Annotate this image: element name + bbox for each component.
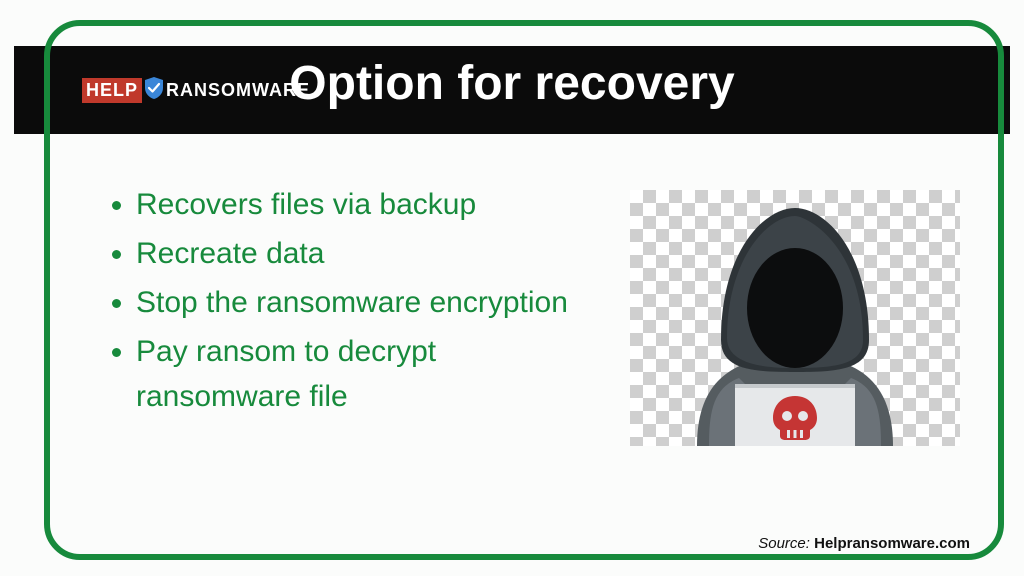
hacker-icon — [669, 190, 921, 446]
list-item: Recreate data — [136, 229, 582, 278]
source-credit: Source: Helpransomware.com — [758, 535, 970, 552]
list-item: Pay ransom to decrypt ransomware file — [136, 327, 582, 421]
page-title: Option for recovery — [289, 56, 734, 111]
bullet-list: Recovers files via backup Recreate data … — [102, 180, 582, 421]
source-label: Source: — [758, 535, 814, 552]
logo: HELP RANSOMWARE — [82, 77, 310, 104]
hacker-illustration — [630, 190, 960, 446]
source-site: Helpransomware.com — [814, 535, 970, 552]
shield-icon — [144, 77, 164, 104]
list-item: Stop the ransomware encryption — [136, 278, 582, 327]
logo-help: HELP — [82, 78, 142, 103]
list-item: Recovers files via backup — [136, 180, 582, 229]
